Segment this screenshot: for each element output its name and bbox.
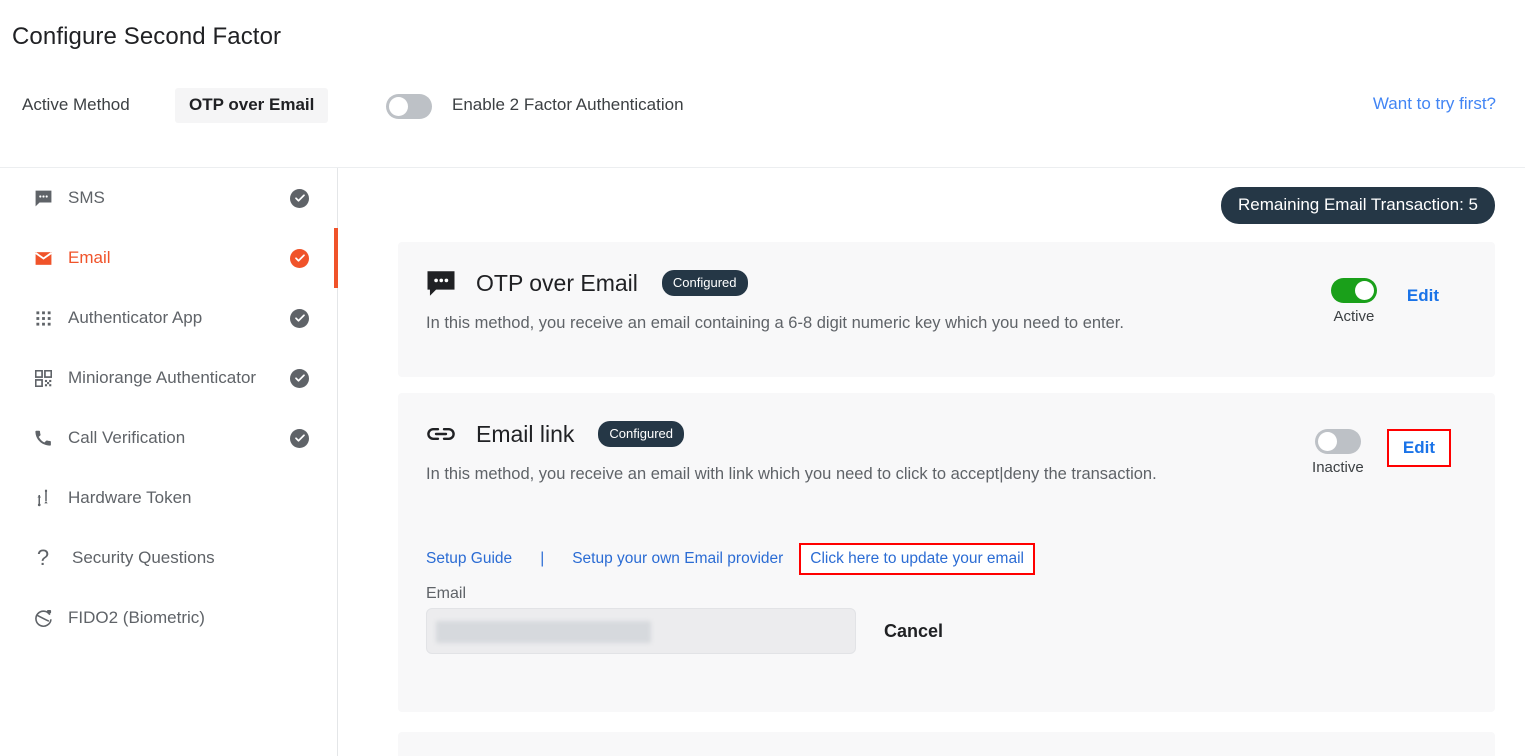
qr-code-icon — [30, 367, 56, 389]
sidebar-item-authenticator-app[interactable]: Authenticator App — [0, 288, 337, 348]
card-title: OTP over Email — [476, 269, 638, 296]
card-actions: Inactive Edit — [1295, 429, 1495, 476]
method-card-otp-over-email: OTP over Email Configured In this method… — [398, 242, 1495, 377]
question-mark-icon: ? — [36, 545, 50, 570]
sidebar-item-label: Authenticator App — [68, 308, 203, 327]
edit-button-otp[interactable]: Edit — [1407, 286, 1439, 306]
sidebar-item-label: Call Verification — [68, 428, 186, 447]
sidebar-item-miniorange-authenticator[interactable]: Miniorange Authenticator — [0, 348, 337, 408]
card-links-row: Setup Guide | Setup your own Email provi… — [426, 543, 1035, 575]
method-toggle-otp[interactable]: Active — [1311, 278, 1397, 325]
toggle-knob — [1317, 432, 1337, 451]
methods-main-panel: Remaining Email Transaction: 5 OTP over … — [338, 168, 1525, 756]
sidebar-item-call-verification[interactable]: Call Verification — [0, 408, 337, 468]
email-field-label: Email — [426, 585, 467, 602]
sidebar-item-sms[interactable]: SMS — [0, 168, 337, 228]
sidebar-item-label: FIDO2 (Biometric) — [68, 608, 205, 627]
sidebar-item-security-questions[interactable]: ? Security Questions — [0, 528, 337, 588]
status-badge: Configured — [598, 421, 685, 447]
sidebar-item-fido2[interactable]: FIDO2 (Biometric) — [0, 588, 337, 648]
toggle-track[interactable] — [386, 94, 432, 119]
want-to-try-first-link[interactable]: Want to try first? — [1373, 94, 1496, 114]
verified-badge — [290, 308, 309, 328]
page-title: Configure Second Factor — [12, 23, 282, 50]
active-method-bar: Active Method OTP over Email Enable 2 Fa… — [0, 88, 1525, 126]
sidebar-item-hardware-token[interactable]: Hardware Token — [0, 468, 337, 528]
cancel-button[interactable]: Cancel — [884, 621, 943, 642]
card-title: Email link — [476, 420, 575, 447]
sidebar-item-label: Miniorange Authenticator — [68, 368, 257, 387]
setup-own-email-provider-link[interactable]: Setup your own Email provider — [572, 550, 783, 568]
sms-icon — [30, 187, 56, 209]
verified-badge — [290, 248, 309, 268]
redacted-email-value — [436, 621, 651, 643]
email-input[interactable] — [426, 608, 856, 654]
fido2-key-icon — [30, 607, 56, 629]
update-your-email-link[interactable]: Click here to update your email — [799, 543, 1035, 575]
toggle-state-label: Inactive — [1312, 459, 1364, 476]
methods-sidebar: SMS Email Authenticator App Miniorange A… — [0, 168, 338, 756]
enable-2fa-toggle[interactable] — [386, 94, 432, 124]
toggle-track[interactable] — [1330, 278, 1377, 303]
remaining-email-transaction-badge: Remaining Email Transaction: 5 — [1220, 187, 1495, 224]
method-card-email-link: Email link Configured In this method, yo… — [398, 393, 1495, 712]
chat-bubble-icon — [426, 268, 460, 298]
method-card-next-partial — [398, 732, 1495, 756]
chain-link-icon — [426, 419, 460, 449]
card-actions: Active Edit — [1311, 278, 1495, 325]
toggle-knob — [1354, 281, 1374, 300]
verified-badge — [290, 368, 309, 388]
email-edit-row: Cancel — [426, 608, 943, 654]
sidebar-item-email[interactable]: Email — [0, 228, 338, 288]
sidebar-item-label: SMS — [68, 188, 105, 207]
email-icon — [30, 247, 56, 269]
grid-dots-icon — [30, 307, 56, 329]
toggle-track[interactable] — [1314, 429, 1361, 454]
enable-2fa-label: Enable 2 Factor Authentication — [452, 95, 684, 114]
verified-badge — [290, 188, 309, 208]
active-method-value: OTP over Email — [175, 88, 329, 123]
sidebar-item-label: Email — [68, 248, 111, 267]
verified-badge — [290, 428, 309, 448]
toggle-state-label: Active — [1333, 308, 1375, 325]
link-separator: | — [540, 550, 545, 567]
edit-button-email-link[interactable]: Edit — [1386, 429, 1451, 467]
status-badge: Configured — [661, 270, 748, 296]
toggle-knob — [389, 97, 408, 116]
method-toggle-email-link[interactable]: Inactive — [1295, 429, 1381, 476]
setup-guide-link[interactable]: Setup Guide — [426, 550, 512, 568]
configure-second-factor-page: Configure Second Factor Active Method OT… — [0, 0, 1525, 756]
active-method-label: Active Method — [22, 95, 130, 114]
usb-token-icon — [30, 487, 56, 509]
phone-icon — [30, 427, 56, 449]
sidebar-item-label: Hardware Token — [68, 488, 192, 507]
sidebar-item-label: Security Questions — [72, 548, 215, 567]
